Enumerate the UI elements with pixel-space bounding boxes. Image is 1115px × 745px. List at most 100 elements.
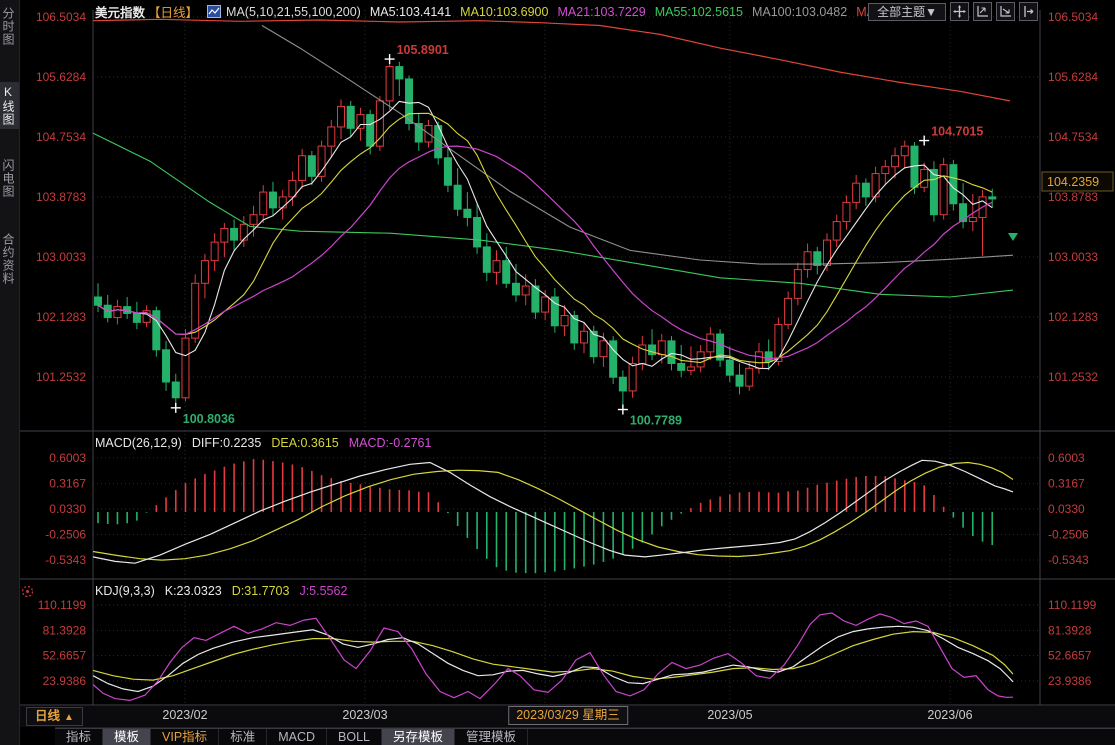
candle-body xyxy=(201,261,208,284)
price-axis-label-right: 103.8783 xyxy=(1048,190,1098,204)
candle-body xyxy=(172,382,179,398)
sidebar-item-contract-info[interactable]: 合约资料 xyxy=(0,230,19,288)
candle-body xyxy=(454,185,461,209)
candle-body xyxy=(483,247,490,272)
candle-body xyxy=(940,165,947,215)
candle-body xyxy=(338,106,345,127)
candle-body xyxy=(930,169,937,214)
crosshair-date-label: 2023/03/29 星期三 xyxy=(508,706,628,725)
header-controls: 全部主题▼ xyxy=(868,2,1038,21)
sidebar-item-flash-chart[interactable]: 闪电图 xyxy=(0,156,19,201)
macd-axis-label-right: -0.2506 xyxy=(1048,528,1089,542)
extreme-price-annotation: 104.7015 xyxy=(931,125,983,139)
candle-body xyxy=(114,307,121,318)
toolbar-tab-BOLL[interactable]: BOLL xyxy=(327,729,382,745)
price-axis-label-right: 105.6284 xyxy=(1048,70,1098,84)
candle-body xyxy=(794,270,801,299)
macd-axis-label-right: 0.0330 xyxy=(1048,502,1085,516)
price-axis-label-left: 106.5034 xyxy=(36,10,86,24)
kdj-axis-label-left: 81.3928 xyxy=(43,623,87,637)
candle-body xyxy=(386,67,393,101)
candle-body xyxy=(95,297,102,305)
macd-axis-label-left: -0.2506 xyxy=(45,528,86,542)
scale-time-axis-icon[interactable] xyxy=(996,2,1015,21)
scale-price-axis-icon[interactable] xyxy=(973,2,992,21)
ma55-line xyxy=(93,133,1013,297)
candle-body xyxy=(367,115,374,147)
candle-body xyxy=(532,286,539,312)
macd-axis-label-left: 0.3167 xyxy=(49,477,86,491)
period-selector-button[interactable]: 日线▲ xyxy=(26,707,83,726)
time-axis-label: 2023/06 xyxy=(927,708,972,722)
candle-body xyxy=(814,252,821,266)
trading-app-window: 106.5034 106.5034 105.6284 105.6284 104.7534… xyxy=(0,0,1115,745)
price-chart-svg[interactable]: 106.5034 106.5034 105.6284 105.6284 104.7534… xyxy=(0,0,1115,745)
candle-body xyxy=(250,215,257,225)
candle-body xyxy=(289,180,296,196)
candle-body xyxy=(843,202,850,221)
shift-right-icon[interactable] xyxy=(1019,2,1038,21)
current-price-label: 104.2359 xyxy=(1047,175,1099,189)
theme-dropdown-button[interactable]: 全部主题▼ xyxy=(868,3,946,21)
candle-body xyxy=(989,197,996,199)
time-axis: 日线▲ 2023/022023/032023/052023/06 2023/03… xyxy=(0,706,1115,727)
macd-params: MACD(26,12,9) xyxy=(95,436,182,450)
candle-body xyxy=(561,316,568,326)
price-axis-label-left: 105.6284 xyxy=(36,70,86,84)
chart-legend: 美元指数 【日线】 MA(5,10,21,55,100,200) MA5:103… xyxy=(95,3,896,20)
candle-body xyxy=(804,252,811,270)
time-axis-label: 2023/05 xyxy=(707,708,752,722)
extreme-price-annotation: 100.8036 xyxy=(183,412,235,426)
up-triangle-icon: ▲ xyxy=(64,712,74,723)
ma-params-label: MA(5,10,21,55,100,200) xyxy=(226,5,361,19)
candle-body xyxy=(444,158,451,185)
candle-body xyxy=(707,334,714,352)
toolbar-tab-指标[interactable]: 指标 xyxy=(55,729,103,745)
sidebar-item-kline-chart[interactable]: K线图 xyxy=(0,82,19,129)
extreme-price-annotation: 100.7789 xyxy=(630,414,682,428)
left-sidebar: 分时图 K线图 闪电图 合约资料 xyxy=(0,0,20,745)
sidebar-item-time-chart[interactable]: 分时图 xyxy=(0,4,19,49)
candle-body xyxy=(619,377,626,391)
ma100-line xyxy=(262,26,1013,265)
candle-body xyxy=(279,197,286,208)
toolbar-tab-MACD[interactable]: MACD xyxy=(267,729,327,745)
kdj-axis-label-right: 23.9386 xyxy=(1048,674,1092,688)
candle-body xyxy=(892,156,899,167)
ma100-value: MA100:103.0482 xyxy=(752,5,847,19)
candle-body xyxy=(269,192,276,208)
kdj-params: KDJ(9,3,3) xyxy=(95,584,155,598)
macd-axis-label-right: -0.5343 xyxy=(1048,553,1089,567)
kdj-j-line xyxy=(93,613,1013,700)
toolbar-tab-另存模板[interactable]: 另存模板 xyxy=(382,729,455,745)
symbol-title: 美元指数 xyxy=(95,2,145,21)
candle-body xyxy=(240,224,247,240)
candle-body xyxy=(493,261,500,273)
toolbar-tab-VIP指标[interactable]: VIP指标 xyxy=(151,729,219,745)
candle-body xyxy=(299,156,306,181)
kdj-axis-label-left: 23.9386 xyxy=(43,674,87,688)
toolbar-tab-标准[interactable]: 标准 xyxy=(219,729,267,745)
kdj-axis-label-right: 81.3928 xyxy=(1048,623,1092,637)
price-axis-label-right: 106.5034 xyxy=(1048,10,1098,24)
candle-body xyxy=(746,368,753,386)
kdj-d-value: D:31.7703 xyxy=(232,584,290,598)
kdj-axis-label-right: 110.1199 xyxy=(1048,598,1097,612)
toolbar-tab-模板[interactable]: 模板 xyxy=(103,729,151,745)
extreme-price-annotation: 105.8901 xyxy=(397,43,449,57)
candle-body xyxy=(600,341,607,357)
pan-tool-icon[interactable] xyxy=(950,2,969,21)
candle-body xyxy=(833,222,840,241)
candle-body xyxy=(736,375,743,386)
candle-body xyxy=(308,156,315,177)
price-axis-label-right: 102.1283 xyxy=(1048,310,1098,324)
candle-body xyxy=(687,367,694,370)
candle-body xyxy=(347,106,354,128)
candle-body xyxy=(406,79,413,124)
price-axis-label-right: 104.7534 xyxy=(1048,130,1098,144)
candle-body xyxy=(211,242,218,261)
ma5-value: MA5:103.4141 xyxy=(370,5,451,19)
kdj-axis-label-left: 52.6657 xyxy=(43,649,87,663)
toolbar-tab-管理模板[interactable]: 管理模板 xyxy=(455,729,528,745)
candle-body xyxy=(668,341,675,364)
